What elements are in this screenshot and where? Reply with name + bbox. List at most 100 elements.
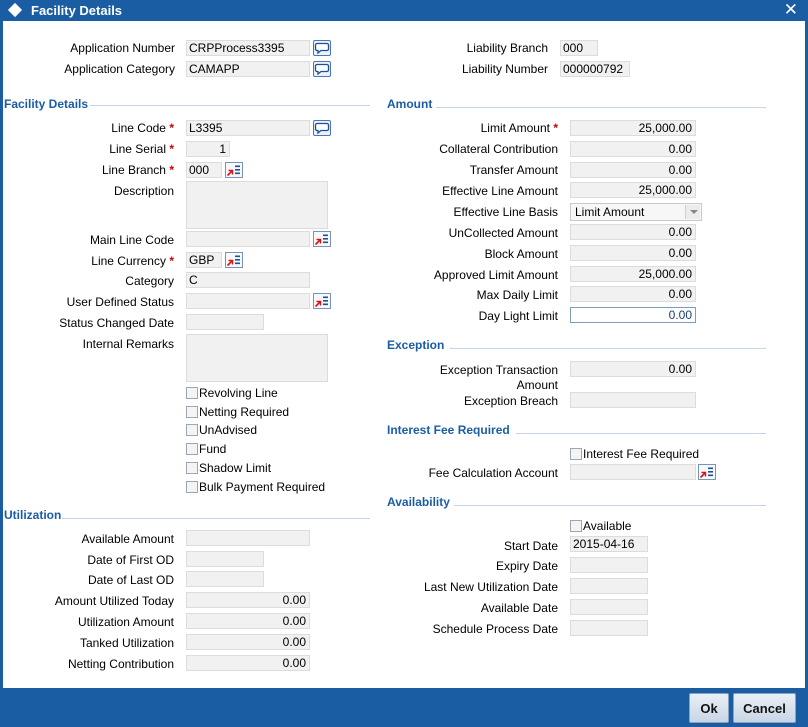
start-date-field[interactable]: 2015-04-16 — [570, 536, 648, 552]
application-number-label: Application Number — [70, 41, 175, 55]
effective-line-basis-select[interactable]: Limit Amount — [570, 203, 702, 221]
liability-branch-label: Liability Branch — [466, 41, 548, 55]
last-new-utilization-date-field[interactable] — [570, 578, 648, 594]
status-changed-date-field[interactable] — [186, 314, 264, 330]
revolving-line-checkbox-row[interactable]: Revolving Line — [186, 385, 278, 401]
main-line-code-picker-button[interactable] — [313, 231, 331, 247]
description-textarea[interactable] — [186, 181, 328, 229]
utilization-amount-field[interactable]: 0.00 — [186, 613, 310, 629]
revolving-line-checkbox[interactable] — [186, 387, 198, 399]
chevron-down-icon[interactable] — [685, 205, 700, 219]
approved-limit-amount-field[interactable]: 25,000.00 — [570, 266, 696, 282]
expiry-date-field[interactable] — [570, 557, 648, 573]
netting-required-checkbox-row[interactable]: Netting Required — [186, 404, 289, 420]
internal-remarks-textarea[interactable] — [186, 334, 328, 382]
available-amount-field[interactable] — [186, 530, 310, 546]
section-divider — [62, 518, 370, 519]
section-divider — [454, 505, 766, 506]
day-light-limit-field[interactable]: 0.00 — [570, 307, 696, 323]
block-amount-field[interactable]: 0.00 — [570, 245, 696, 261]
main-line-code-label: Main Line Code — [89, 233, 174, 247]
shadow-limit-checkbox[interactable] — [186, 462, 198, 474]
limit-amount-label: Limit Amount * — [480, 121, 558, 135]
speech-bubble-icon — [314, 63, 330, 76]
exception-transaction-amount-field[interactable]: 0.00 — [570, 361, 696, 377]
main-line-code-field[interactable] — [186, 231, 310, 247]
fee-calculation-account-field[interactable] — [570, 464, 696, 480]
uncollected-amount-field[interactable]: 0.00 — [570, 224, 696, 240]
unadvised-checkbox-row[interactable]: UnAdvised — [186, 422, 257, 438]
arrow-list-icon — [226, 165, 240, 177]
available-date-field[interactable] — [570, 599, 648, 615]
effective-line-amount-field[interactable]: 25,000.00 — [570, 182, 696, 198]
max-daily-limit-label: Max Daily Limit — [476, 288, 558, 302]
section-divider — [516, 433, 766, 434]
netting-contribution-label: Netting Contribution — [67, 657, 174, 671]
category-field[interactable]: C — [186, 272, 310, 288]
line-branch-picker-button[interactable] — [225, 162, 243, 178]
speech-bubble-icon — [314, 122, 330, 135]
section-utilization: Utilization — [4, 508, 62, 522]
application-category-field[interactable]: CAMAPP — [186, 61, 310, 77]
line-code-lov-button[interactable] — [313, 120, 331, 136]
application-category-label: Application Category — [64, 62, 175, 76]
netting-contribution-field[interactable]: 0.00 — [186, 655, 310, 671]
section-exception: Exception — [387, 338, 445, 352]
fee-calculation-account-label: Fee Calculation Account — [428, 466, 558, 480]
available-checkbox[interactable] — [570, 520, 582, 532]
line-currency-picker-button[interactable] — [225, 252, 243, 268]
window-title: Facility Details — [31, 3, 123, 18]
fund-checkbox[interactable] — [186, 443, 198, 455]
line-currency-field[interactable]: GBP — [186, 252, 222, 268]
utilization-amount-label: Utilization Amount — [77, 615, 174, 629]
user-defined-status-field[interactable] — [186, 293, 310, 309]
speech-bubble-icon — [314, 42, 330, 55]
internal-remarks-label: Internal Remarks — [82, 337, 174, 351]
ok-button[interactable]: Ok — [689, 693, 729, 723]
expiry-date-label: Expiry Date — [495, 559, 558, 573]
last-new-utilization-date-label: Last New Utilization Date — [423, 580, 558, 594]
cancel-button[interactable]: Cancel — [733, 693, 796, 723]
collateral-contribution-field[interactable]: 0.00 — [570, 141, 696, 157]
line-code-label: Line Code * — [111, 121, 174, 135]
interest-fee-required-checkbox-row[interactable]: Interest Fee Required — [570, 446, 699, 462]
bulk-payment-checkbox[interactable] — [186, 481, 198, 493]
line-branch-field[interactable]: 000 — [186, 162, 222, 178]
application-number-lov-button[interactable] — [313, 40, 331, 56]
transfer-amount-field[interactable]: 0.00 — [570, 162, 696, 178]
available-checkbox-row[interactable]: Available — [570, 518, 631, 534]
interest-fee-required-label: Interest Fee Required — [583, 447, 700, 461]
available-date-label: Available Date — [480, 601, 558, 615]
application-number-field[interactable]: CRPProcess3395 — [186, 40, 310, 56]
close-icon[interactable]: ✕ — [784, 0, 798, 20]
liability-number-field[interactable]: 000000792 — [560, 61, 630, 77]
max-daily-limit-field[interactable]: 0.00 — [570, 286, 696, 302]
date-of-first-od-field[interactable] — [186, 551, 264, 567]
revolving-line-label: Revolving Line — [199, 386, 278, 400]
arrow-list-icon — [226, 255, 240, 267]
effective-line-basis-label: Effective Line Basis — [453, 205, 558, 219]
available-amount-label: Available Amount — [81, 532, 174, 546]
line-code-field[interactable]: L3395 — [186, 120, 310, 136]
tanked-utilization-field[interactable]: 0.00 — [186, 634, 310, 650]
fund-checkbox-row[interactable]: Fund — [186, 441, 226, 457]
unadvised-checkbox[interactable] — [186, 424, 198, 436]
user-defined-status-picker-button[interactable] — [313, 293, 331, 309]
shadow-limit-checkbox-row[interactable]: Shadow Limit — [186, 460, 271, 476]
limit-amount-field[interactable]: 25,000.00 — [570, 120, 696, 136]
uncollected-amount-label: UnCollected Amount — [448, 226, 558, 240]
exception-breach-field[interactable] — [570, 392, 696, 408]
description-label: Description — [113, 184, 174, 198]
netting-required-checkbox[interactable] — [186, 406, 198, 418]
fee-calculation-account-picker-button[interactable] — [698, 464, 716, 480]
liability-branch-field[interactable]: 000 — [560, 40, 598, 56]
interest-fee-required-checkbox[interactable] — [570, 448, 582, 460]
application-category-lov-button[interactable] — [313, 61, 331, 77]
arrow-list-icon — [314, 296, 328, 308]
line-serial-field[interactable]: 1 — [186, 141, 230, 157]
amount-utilized-today-field[interactable]: 0.00 — [186, 592, 310, 608]
date-of-last-od-field[interactable] — [186, 571, 264, 587]
transfer-amount-label: Transfer Amount — [469, 163, 558, 177]
bulk-payment-checkbox-row[interactable]: Bulk Payment Required — [186, 479, 325, 495]
schedule-process-date-field[interactable] — [570, 620, 648, 636]
